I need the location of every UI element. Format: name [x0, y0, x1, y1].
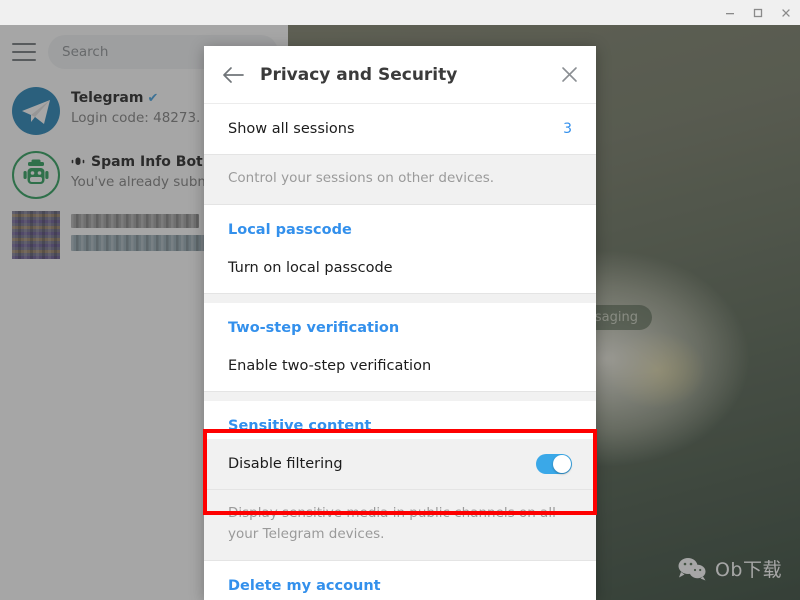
delete-my-account-title[interactable]: Delete my account [204, 561, 596, 599]
sessions-section: Show all sessions 3 [204, 104, 596, 154]
close-icon [562, 67, 577, 82]
sensitive-content-title[interactable]: Sensitive content [204, 401, 596, 439]
window-titlebar [0, 0, 800, 25]
enable-two-step-verification-row[interactable]: Enable two-step verification [204, 341, 596, 391]
close-dialog-button[interactable] [561, 66, 578, 83]
dialog-title: Privacy and Security [260, 64, 458, 85]
turn-on-local-passcode-label: Turn on local passcode [228, 260, 393, 277]
turn-on-local-passcode-row[interactable]: Turn on local passcode [204, 243, 596, 293]
sensitive-content-description: Display sensitive media in public channe… [204, 489, 596, 561]
two-step-verification-title[interactable]: Two-step verification [204, 303, 596, 341]
local-passcode-section: Local passcode Turn on local passcode [204, 205, 596, 294]
divider-local-passcode [204, 293, 596, 304]
local-passcode-title[interactable]: Local passcode [204, 205, 596, 243]
app-root: Search Telegram ✔ Login code: 48273. Do … [0, 0, 800, 600]
show-all-sessions-label: Show all sessions [228, 121, 355, 137]
sensitive-content-section: Sensitive content Disable filtering [204, 401, 596, 490]
disable-filtering-toggle[interactable] [536, 454, 572, 475]
disable-filtering-label: Disable filtering [228, 456, 343, 473]
maximize-icon [753, 8, 763, 17]
sessions-description: Control your sessions on other devices. [204, 154, 596, 206]
divider-two-step [204, 391, 596, 402]
dialog-header: Privacy and Security [204, 46, 596, 104]
toggle-knob [553, 455, 571, 474]
delete-account-section: Delete my account [204, 560, 596, 599]
minimize-icon [726, 12, 734, 14]
back-button[interactable] [222, 66, 244, 84]
back-arrow-icon [223, 66, 244, 83]
sessions-count-badge: 3 [563, 121, 572, 137]
privacy-and-security-dialog: Privacy and Security Show all sessions 3… [204, 46, 596, 600]
two-step-verification-section: Two-step verification Enable two-step ve… [204, 303, 596, 392]
disable-filtering-row[interactable]: Disable filtering [204, 439, 596, 490]
minimize-button[interactable] [716, 0, 744, 25]
telegram-window: Search Telegram ✔ Login code: 48273. Do … [0, 25, 800, 600]
close-icon [782, 8, 790, 17]
close-button[interactable] [772, 0, 800, 25]
show-all-sessions-row[interactable]: Show all sessions 3 [204, 104, 596, 154]
enable-two-step-verification-label: Enable two-step verification [228, 358, 432, 375]
maximize-button[interactable] [744, 0, 772, 25]
